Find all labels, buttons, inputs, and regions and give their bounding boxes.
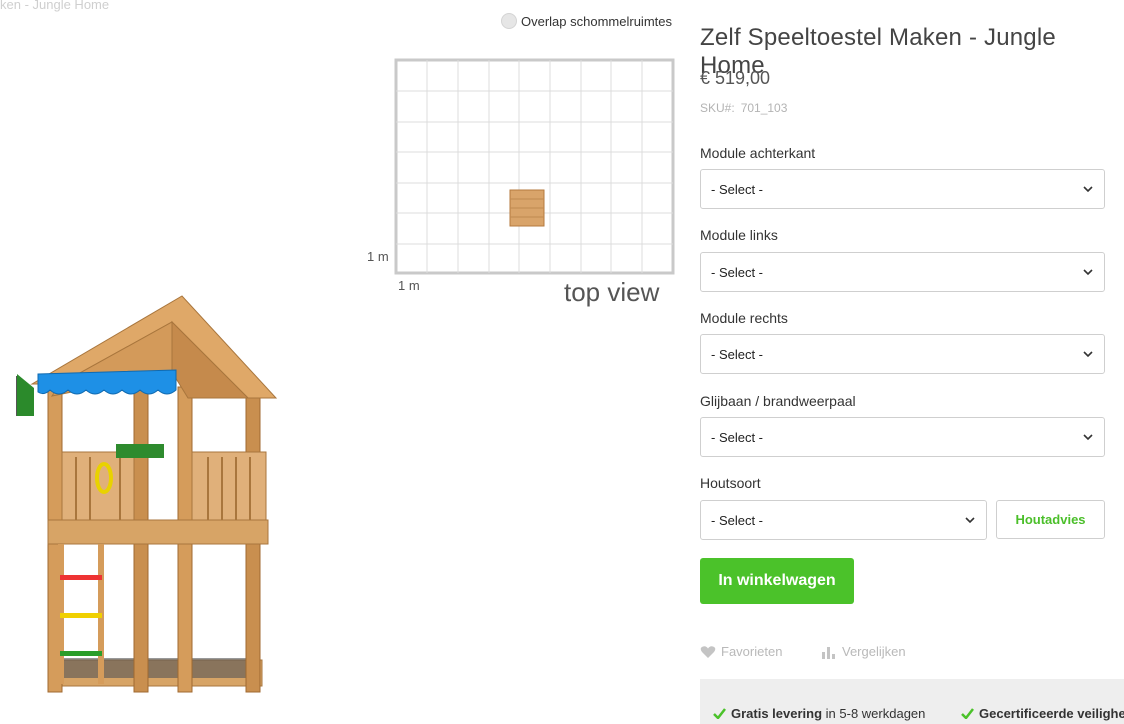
select-value: - Select -	[711, 429, 764, 445]
product-price: € 519,00	[700, 68, 771, 88]
select-value: - Select -	[711, 512, 764, 528]
option-label-back: Module achterkant	[700, 145, 816, 161]
chevron-down-icon	[965, 517, 975, 524]
wood-type-select[interactable]: - Select -	[700, 500, 987, 540]
add-to-cart-button[interactable]: In winkelwagen	[700, 558, 854, 604]
top-view-caption: top view	[564, 277, 660, 307]
playset-image	[16, 295, 278, 693]
usp-bold: Gecertificeerde veiligheid	[979, 706, 1124, 721]
sku-label: SKU#:	[700, 101, 735, 115]
usp-rest: in 5-8 werkdagen	[822, 706, 926, 721]
overlap-label: Overlap schommelruimtes	[521, 13, 672, 29]
product-sku: SKU#: 701_103	[700, 101, 787, 115]
usp-bar: Gratis levering in 5-8 werkdagen Gecerti…	[700, 679, 1124, 724]
module-back-select[interactable]: - Select -	[700, 169, 1105, 209]
bar-chart-icon	[822, 646, 835, 659]
overlap-checkbox[interactable]	[501, 13, 517, 29]
option-label-wood: Houtsoort	[700, 475, 761, 491]
favorites-link[interactable]: Favorieten	[700, 644, 782, 659]
usp-text: Gratis levering in 5-8 werkdagen	[731, 706, 925, 721]
usp-item: Gratis levering in 5-8 werkdagen	[713, 706, 925, 721]
check-icon	[961, 708, 974, 719]
chevron-down-icon	[1083, 269, 1093, 276]
option-label-slide: Glijbaan / brandweerpaal	[700, 393, 856, 409]
playset-footprint	[509, 189, 545, 227]
top-view-diagram: 1 m 1 m top view	[367, 58, 675, 307]
slide-select[interactable]: - Select -	[700, 417, 1105, 457]
check-icon	[713, 708, 726, 719]
scale-y-label: 1 m	[367, 249, 389, 264]
compare-label: Vergelijken	[842, 644, 906, 659]
select-value: - Select -	[711, 346, 764, 362]
heart-icon	[700, 645, 716, 658]
select-value: - Select -	[711, 181, 764, 197]
usp-text: Gecertificeerde veiligheid	[979, 706, 1124, 721]
module-right-select[interactable]: - Select -	[700, 334, 1105, 374]
favorites-label: Favorieten	[721, 644, 783, 659]
wood-advice-button[interactable]: Houtadvies	[996, 500, 1105, 539]
sku-value: 701_103	[740, 101, 788, 115]
chevron-down-icon	[1083, 351, 1093, 358]
usp-item: Gecertificeerde veiligheid	[961, 706, 1124, 721]
option-label-left: Module links	[700, 227, 778, 243]
select-value: - Select -	[711, 264, 764, 280]
scale-x-label: 1 m	[398, 278, 420, 293]
module-left-select[interactable]: - Select -	[700, 252, 1105, 292]
breadcrumb: ken - Jungle Home	[0, 0, 110, 12]
usp-bold: Gratis levering	[731, 706, 823, 721]
chevron-down-icon	[1083, 434, 1093, 441]
compare-link[interactable]: Vergelijken	[821, 644, 906, 659]
overlap-toggle[interactable]: Overlap schommelruimtes	[501, 13, 672, 29]
chevron-down-icon	[1083, 186, 1093, 193]
option-label-right: Module rechts	[700, 310, 788, 326]
